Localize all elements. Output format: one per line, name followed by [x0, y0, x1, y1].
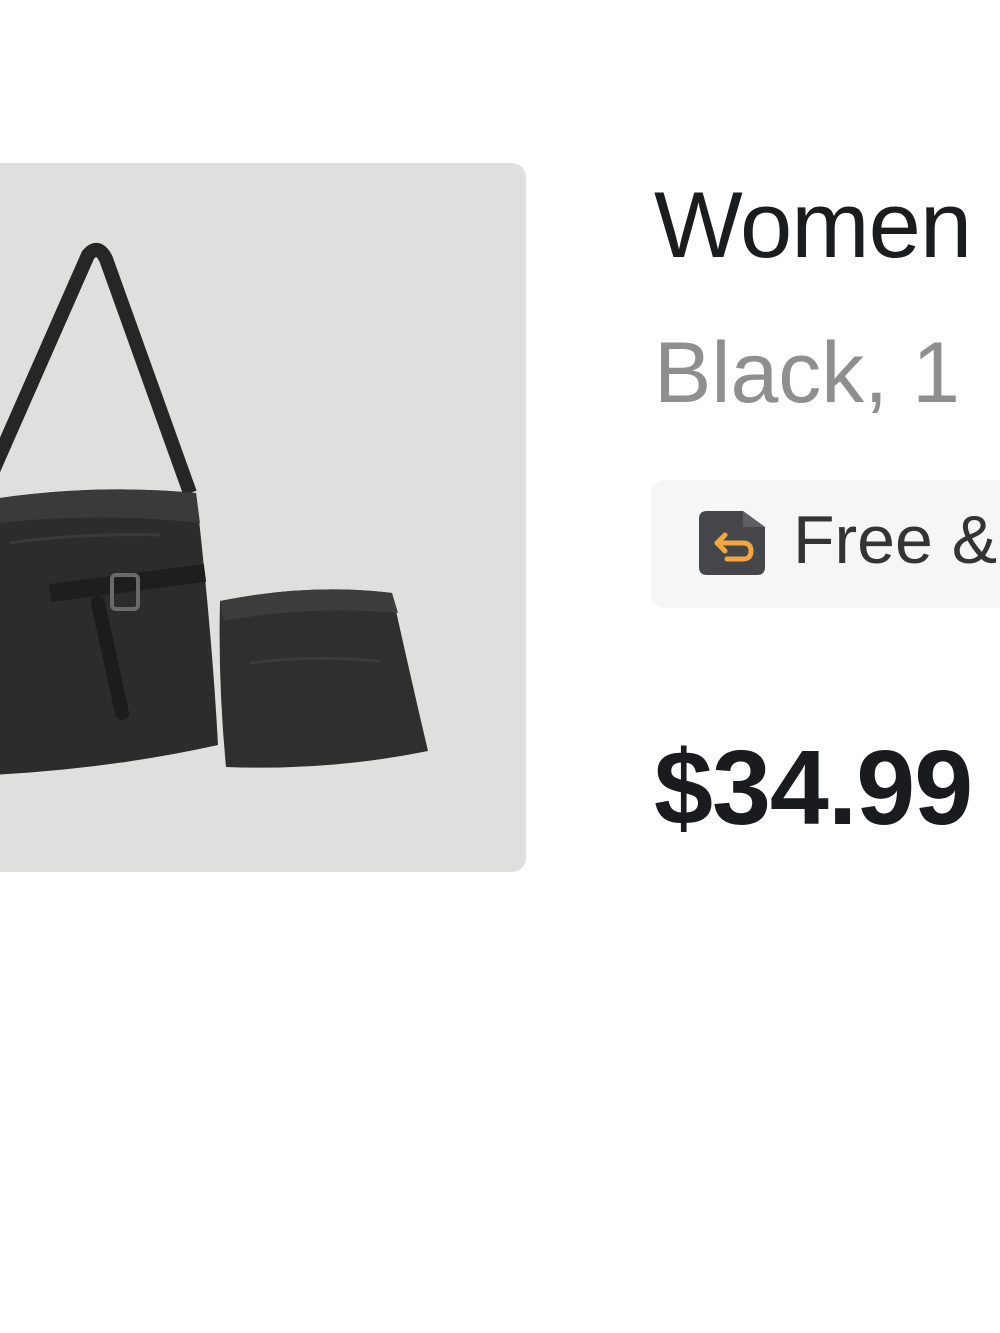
handbag-set-image — [0, 242, 428, 775]
badge-label: Free & — [793, 502, 998, 578]
product-image[interactable] — [0, 163, 526, 872]
product-title[interactable]: Women — [654, 178, 972, 272]
return-box-icon — [699, 511, 765, 575]
product-price: $34.99 — [654, 729, 973, 847]
free-returns-badge: Free & — [651, 480, 1000, 608]
product-variant[interactable]: Black, 1 — [654, 330, 960, 416]
